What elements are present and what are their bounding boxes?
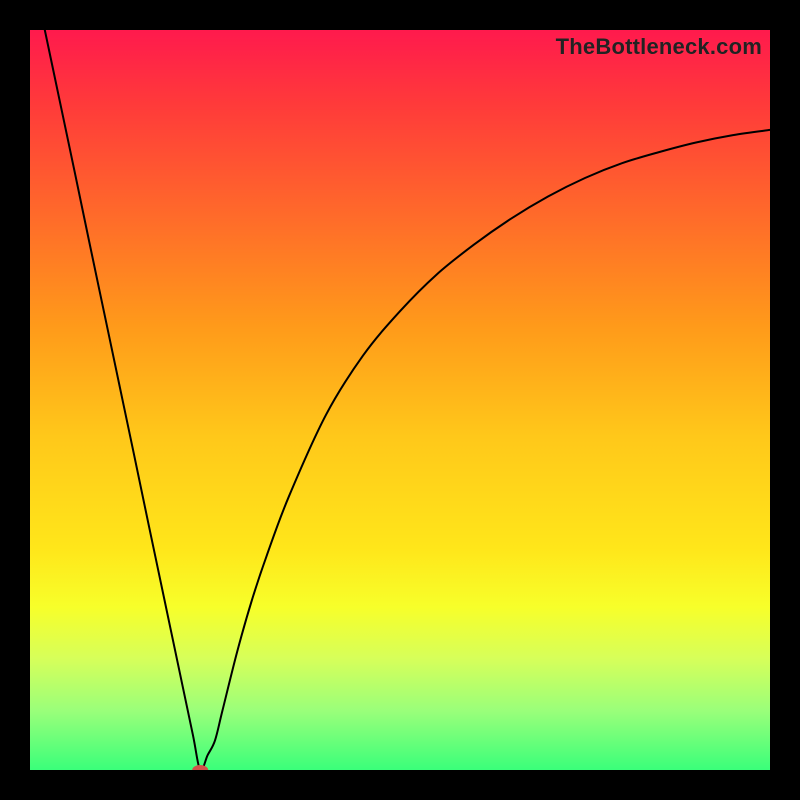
chart-frame: TheBottleneck.com bbox=[0, 0, 800, 800]
bottleneck-curve bbox=[45, 30, 770, 770]
plot-area: TheBottleneck.com bbox=[30, 30, 770, 770]
min-point-marker bbox=[192, 765, 208, 770]
curve-layer bbox=[30, 30, 770, 770]
